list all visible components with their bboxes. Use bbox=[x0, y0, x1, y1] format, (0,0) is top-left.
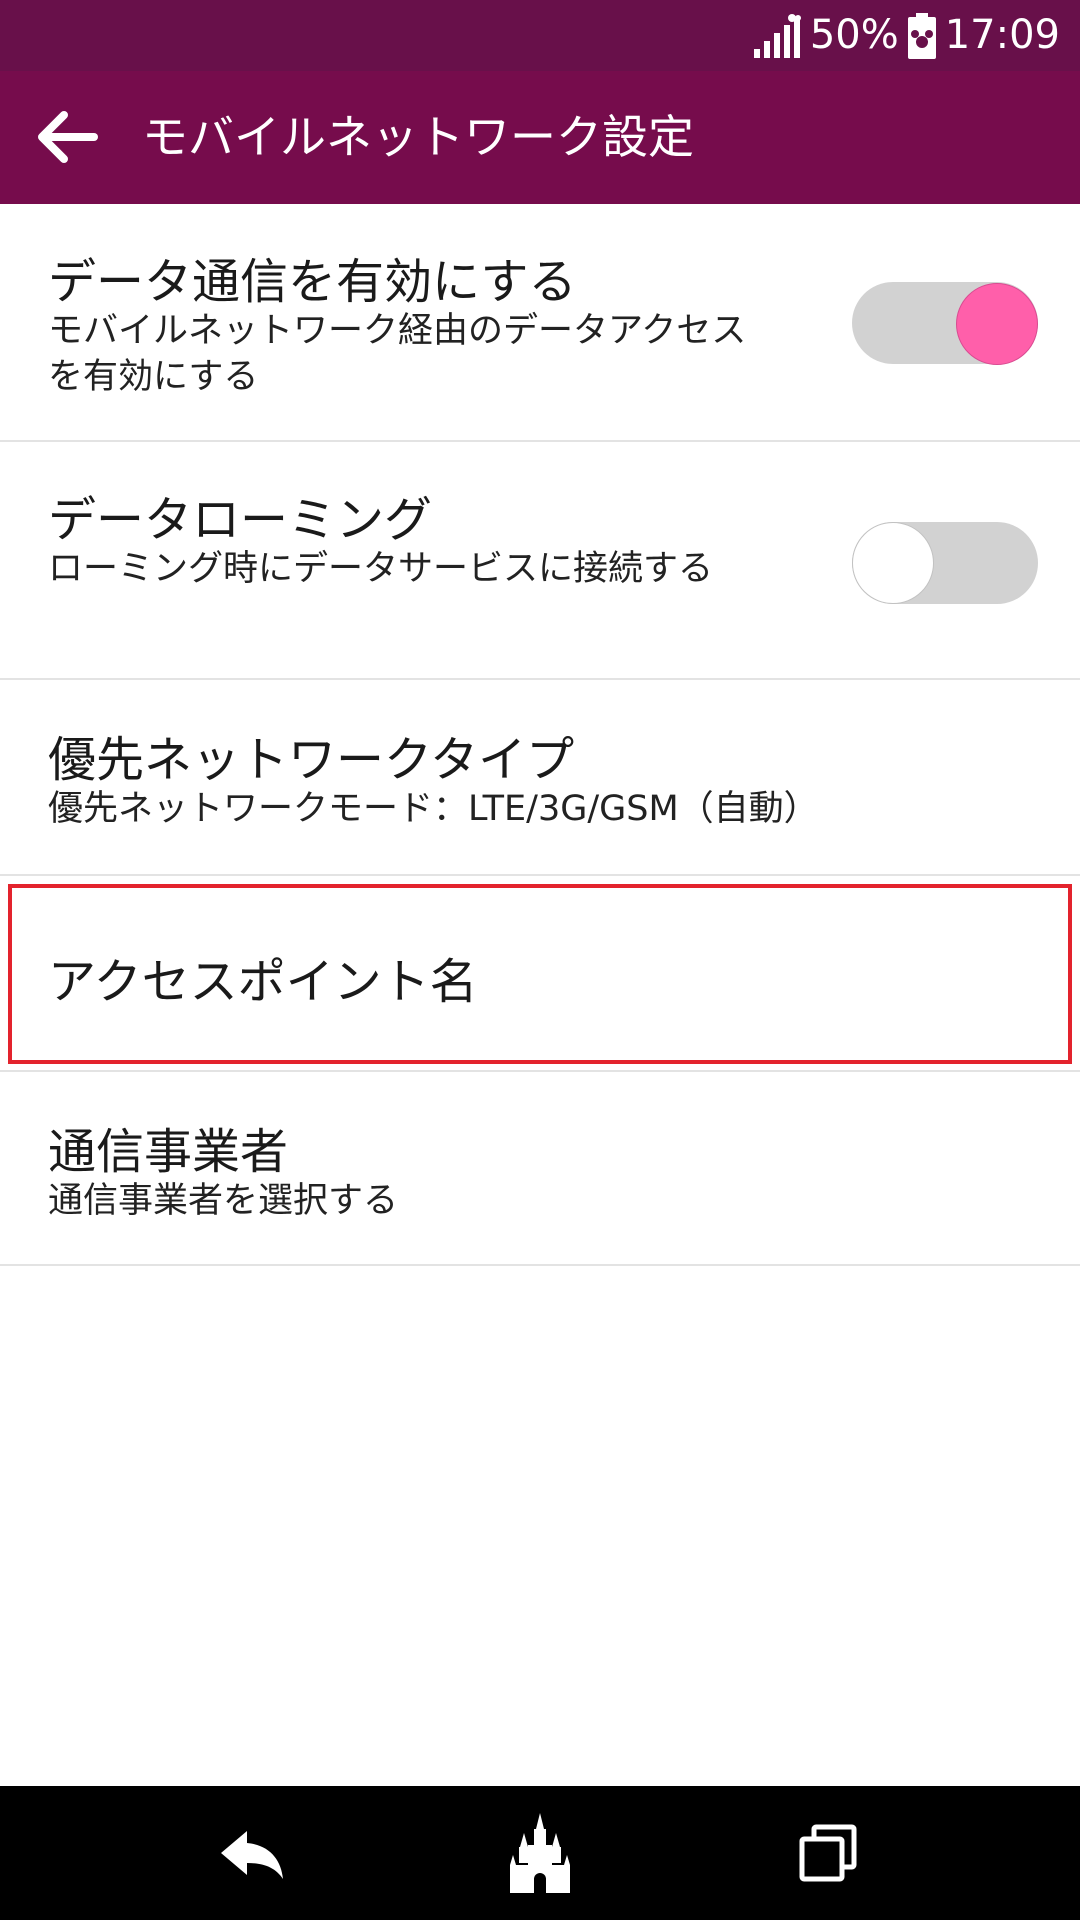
nav-back-icon[interactable] bbox=[207, 1808, 297, 1898]
data-roaming-toggle[interactable] bbox=[852, 522, 1038, 604]
pref-title: データ通信を有効にする bbox=[48, 254, 577, 310]
pref-network-operators[interactable]: 通信事業者 通信事業者を選択する bbox=[0, 1072, 1080, 1266]
pref-summary: ローミング時にデータサービスに接続する bbox=[48, 549, 714, 589]
battery-mickey-icon bbox=[907, 12, 937, 60]
pref-network-type[interactable]: 優先ネットワークタイプ 優先ネットワークモード：LTE/3G/GSM（自動） bbox=[0, 680, 1080, 876]
pref-mobile-data[interactable]: データ通信を有効にする モバイルネットワーク経由のデータアクセスを有効にする bbox=[0, 204, 1080, 442]
castle-home-icon[interactable] bbox=[495, 1808, 585, 1898]
pref-data-roaming[interactable]: データローミング ローミング時にデータサービスに接続する bbox=[0, 442, 1080, 680]
pref-title: データローミング bbox=[48, 492, 433, 548]
status-bar: 50% 17:09 bbox=[0, 0, 1080, 71]
mobile-data-toggle[interactable] bbox=[852, 282, 1038, 365]
pref-title: 優先ネットワークタイプ bbox=[48, 732, 575, 788]
screen: 50% 17:09 モバイルネットワーク設定 データ通信を有効にする モバイルネ… bbox=[0, 0, 1080, 1920]
recent-apps-icon[interactable] bbox=[783, 1808, 873, 1898]
pref-title: アクセスポイント名 bbox=[48, 954, 478, 1010]
preference-list: データ通信を有効にする モバイルネットワーク経由のデータアクセスを有効にする デ… bbox=[0, 204, 1080, 1266]
app-bar: モバイルネットワーク設定 bbox=[0, 71, 1080, 204]
navigation-bar bbox=[0, 1786, 1080, 1920]
page-title: モバイルネットワーク設定 bbox=[142, 110, 694, 164]
arrow-back-icon[interactable] bbox=[30, 101, 102, 173]
pref-summary: 通信事業者を選択する bbox=[48, 1181, 399, 1221]
toggle-thumb bbox=[956, 283, 1038, 365]
pref-title: 通信事業者 bbox=[48, 1124, 289, 1180]
toggle-thumb bbox=[852, 522, 934, 604]
clock: 17:09 bbox=[944, 12, 1060, 58]
battery-percent: 50% bbox=[809, 12, 899, 58]
pref-access-point-names[interactable]: アクセスポイント名 bbox=[0, 876, 1080, 1072]
signal-bars-icon bbox=[752, 13, 802, 59]
status-indicators: 50% 17:09 bbox=[752, 0, 1060, 71]
pref-summary: モバイルネットワーク経由のデータアクセスを有効にする bbox=[48, 311, 747, 397]
pref-summary: 優先ネットワークモード：LTE/3G/GSM（自動） bbox=[48, 789, 819, 829]
